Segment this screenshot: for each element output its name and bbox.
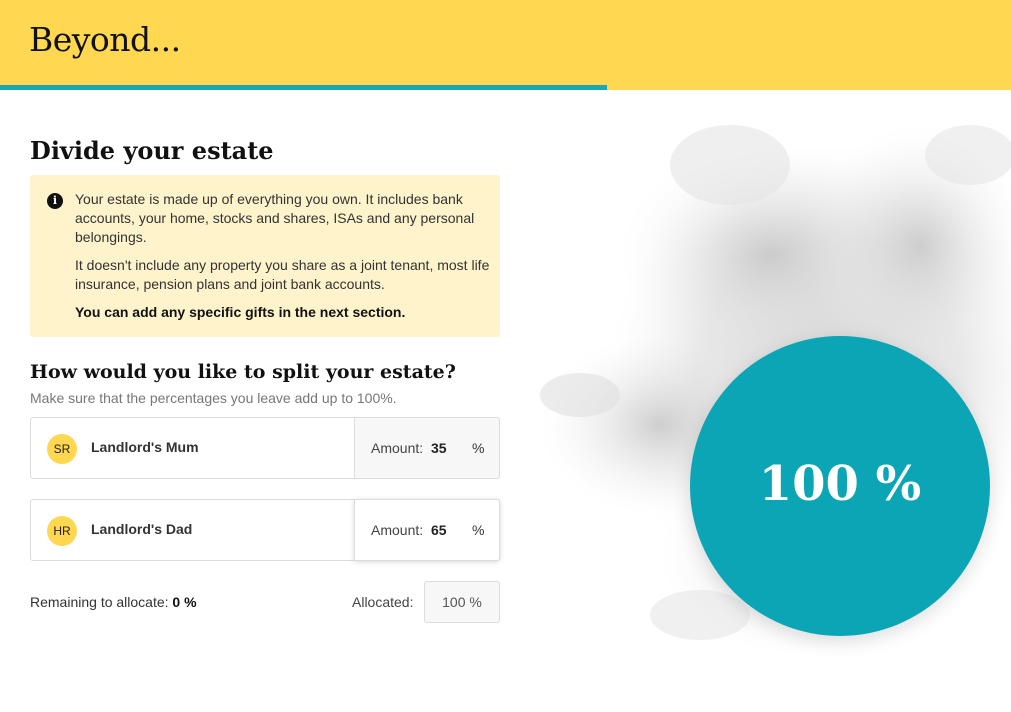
percent-unit: % — [472, 522, 485, 538]
total-percentage: 100 % — [758, 456, 922, 512]
remaining-value: 0 % — [172, 594, 197, 610]
logo[interactable]: Beyond... — [29, 20, 181, 59]
avatar: HR — [47, 516, 77, 546]
page-title: Divide your estate — [30, 136, 274, 165]
beneficiary-row: SR Landlord's Mum Amount: % — [30, 417, 500, 479]
amount-label: Amount: — [371, 522, 424, 538]
remaining-to-allocate: Remaining to allocate: 0 % — [30, 594, 197, 610]
remaining-label: Remaining to allocate: — [30, 594, 169, 610]
percent-unit: % — [472, 440, 485, 456]
info-icon: i — [47, 193, 63, 209]
info-box: i Your estate is made up of everything y… — [30, 175, 500, 337]
info-text-exclusions: It doesn't include any property you shar… — [75, 257, 490, 292]
amount-field: Amount: % — [354, 499, 500, 561]
allocated-label: Allocated: — [352, 594, 414, 610]
header: Beyond... — [0, 0, 1011, 90]
progress-bar — [0, 85, 607, 90]
allocated-value: 100 % — [424, 581, 500, 623]
beneficiary-name: Landlord's Mum — [91, 439, 199, 455]
amount-field: Amount: % — [354, 417, 500, 479]
info-text-estate: Your estate is made up of everything you… — [75, 191, 475, 245]
split-title: How would you like to split your estate? — [30, 361, 456, 383]
amount-input[interactable] — [431, 519, 461, 541]
info-text-gifts: You can add any specific gifts in the ne… — [75, 304, 406, 320]
amount-input[interactable] — [431, 437, 461, 459]
total-circle: 100 % — [690, 336, 990, 636]
amount-label: Amount: — [371, 440, 424, 456]
avatar: SR — [47, 434, 77, 464]
beneficiary-row: HR Landlord's Dad Amount: % — [30, 499, 500, 561]
beneficiary-name: Landlord's Dad — [91, 521, 193, 537]
split-hint: Make sure that the percentages you leave… — [30, 390, 397, 406]
